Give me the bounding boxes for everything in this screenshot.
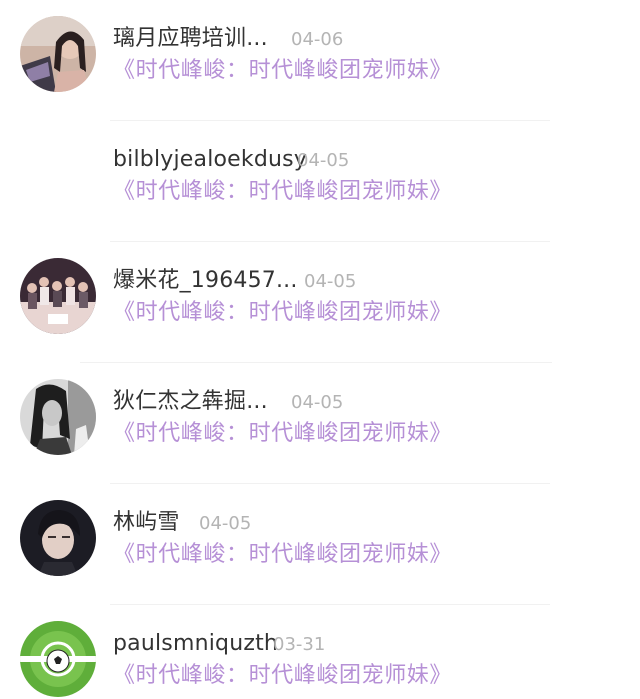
avatar[interactable] bbox=[20, 621, 96, 697]
work-title-link[interactable]: 《时代峰峻：时代峰峻团宠师妹》 bbox=[113, 298, 452, 328]
username[interactable]: bilblyjealoekdusy bbox=[113, 145, 307, 175]
username[interactable]: 璃月应聘培训... bbox=[113, 24, 268, 54]
username[interactable]: 爆米花_196457... bbox=[113, 266, 298, 296]
avatar[interactable] bbox=[20, 16, 96, 92]
list-item[interactable]: bilblyjealoekdusy 04-05 《时代峰峻：时代峰峻团宠师妹》 bbox=[0, 121, 640, 242]
work-title-link[interactable]: 《时代峰峻：时代峰峻团宠师妹》 bbox=[113, 56, 452, 86]
username[interactable]: 狄仁杰之犇掘... bbox=[113, 387, 268, 417]
comment-date: 04-05 bbox=[199, 513, 252, 534]
username[interactable]: 林屿雪 bbox=[113, 508, 180, 538]
comment-date: 04-05 bbox=[304, 271, 357, 292]
list-item[interactable]: 爆米花_196457... 04-05 《时代峰峻：时代峰峻团宠师妹》 bbox=[0, 242, 640, 363]
avatar[interactable] bbox=[20, 258, 96, 334]
comment-date: 04-05 bbox=[297, 150, 350, 171]
avatar[interactable] bbox=[20, 379, 96, 455]
comment-date: 04-06 bbox=[291, 29, 344, 50]
comment-list: 璃月应聘培训... 04-06 《时代峰峻：时代峰峻团宠师妹》 bilblyje… bbox=[0, 0, 640, 699]
avatar[interactable] bbox=[20, 500, 96, 576]
list-item[interactable]: 林屿雪 04-05 《时代峰峻：时代峰峻团宠师妹》 bbox=[0, 484, 640, 605]
comment-date: 03-31 bbox=[273, 634, 326, 655]
list-item[interactable]: paulsmniquzth 03-31 《时代峰峻：时代峰峻团宠师妹》 bbox=[0, 605, 640, 699]
username[interactable]: paulsmniquzth bbox=[113, 629, 278, 659]
comment-date: 04-05 bbox=[291, 392, 344, 413]
list-item[interactable]: 狄仁杰之犇掘... 04-05 《时代峰峻：时代峰峻团宠师妹》 bbox=[0, 363, 640, 484]
work-title-link[interactable]: 《时代峰峻：时代峰峻团宠师妹》 bbox=[113, 419, 452, 449]
work-title-link[interactable]: 《时代峰峻：时代峰峻团宠师妹》 bbox=[113, 177, 452, 207]
list-item[interactable]: 璃月应聘培训... 04-06 《时代峰峻：时代峰峻团宠师妹》 bbox=[0, 0, 640, 121]
work-title-link[interactable]: 《时代峰峻：时代峰峻团宠师妹》 bbox=[113, 661, 452, 691]
work-title-link[interactable]: 《时代峰峻：时代峰峻团宠师妹》 bbox=[113, 540, 452, 570]
